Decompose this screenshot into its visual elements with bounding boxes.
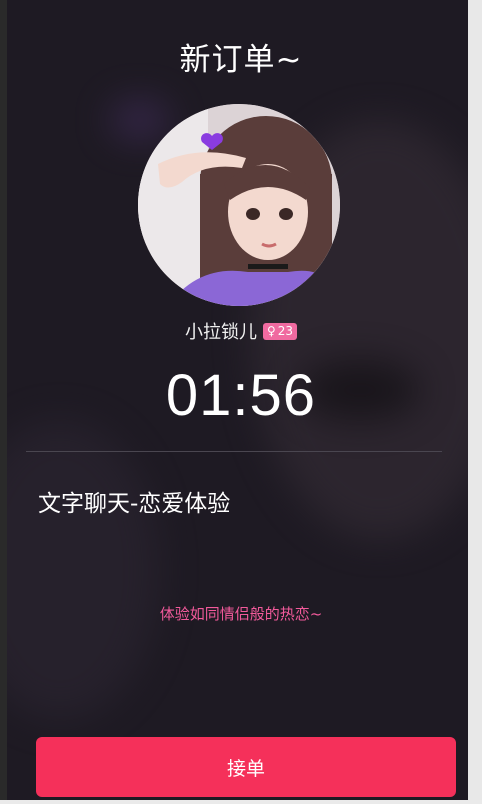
page-title: 新订单~ <box>179 42 303 78</box>
service-tagline: 体验如同情侣般的热恋~ <box>159 605 323 623</box>
screen-edge <box>0 0 7 804</box>
female-icon: ♀ <box>266 324 276 338</box>
avatar[interactable] <box>138 104 340 306</box>
screen-edge <box>468 0 482 804</box>
divider <box>26 451 442 452</box>
accept-order-button[interactable]: 接单 <box>36 737 456 797</box>
countdown-timer: 01:56 <box>165 363 317 428</box>
age-value: 23 <box>277 324 294 338</box>
nickname: 小拉锁儿 <box>184 322 257 343</box>
screen-edge <box>0 800 482 804</box>
gender-age-badge: ♀ 23 <box>262 322 298 340</box>
service-title: 文字聊天-恋爱体验 <box>38 491 231 517</box>
avatar-photo <box>138 104 340 306</box>
background-blur <box>110 100 170 140</box>
new-order-screen: 新订单~ 小拉锁儿 ♀ 23 01:56 文字聊天-恋爱体验 体验如同情侣般的热… <box>0 0 482 804</box>
background-blur <box>0 420 160 720</box>
user-info-row: 小拉锁儿 ♀ 23 <box>0 318 482 344</box>
